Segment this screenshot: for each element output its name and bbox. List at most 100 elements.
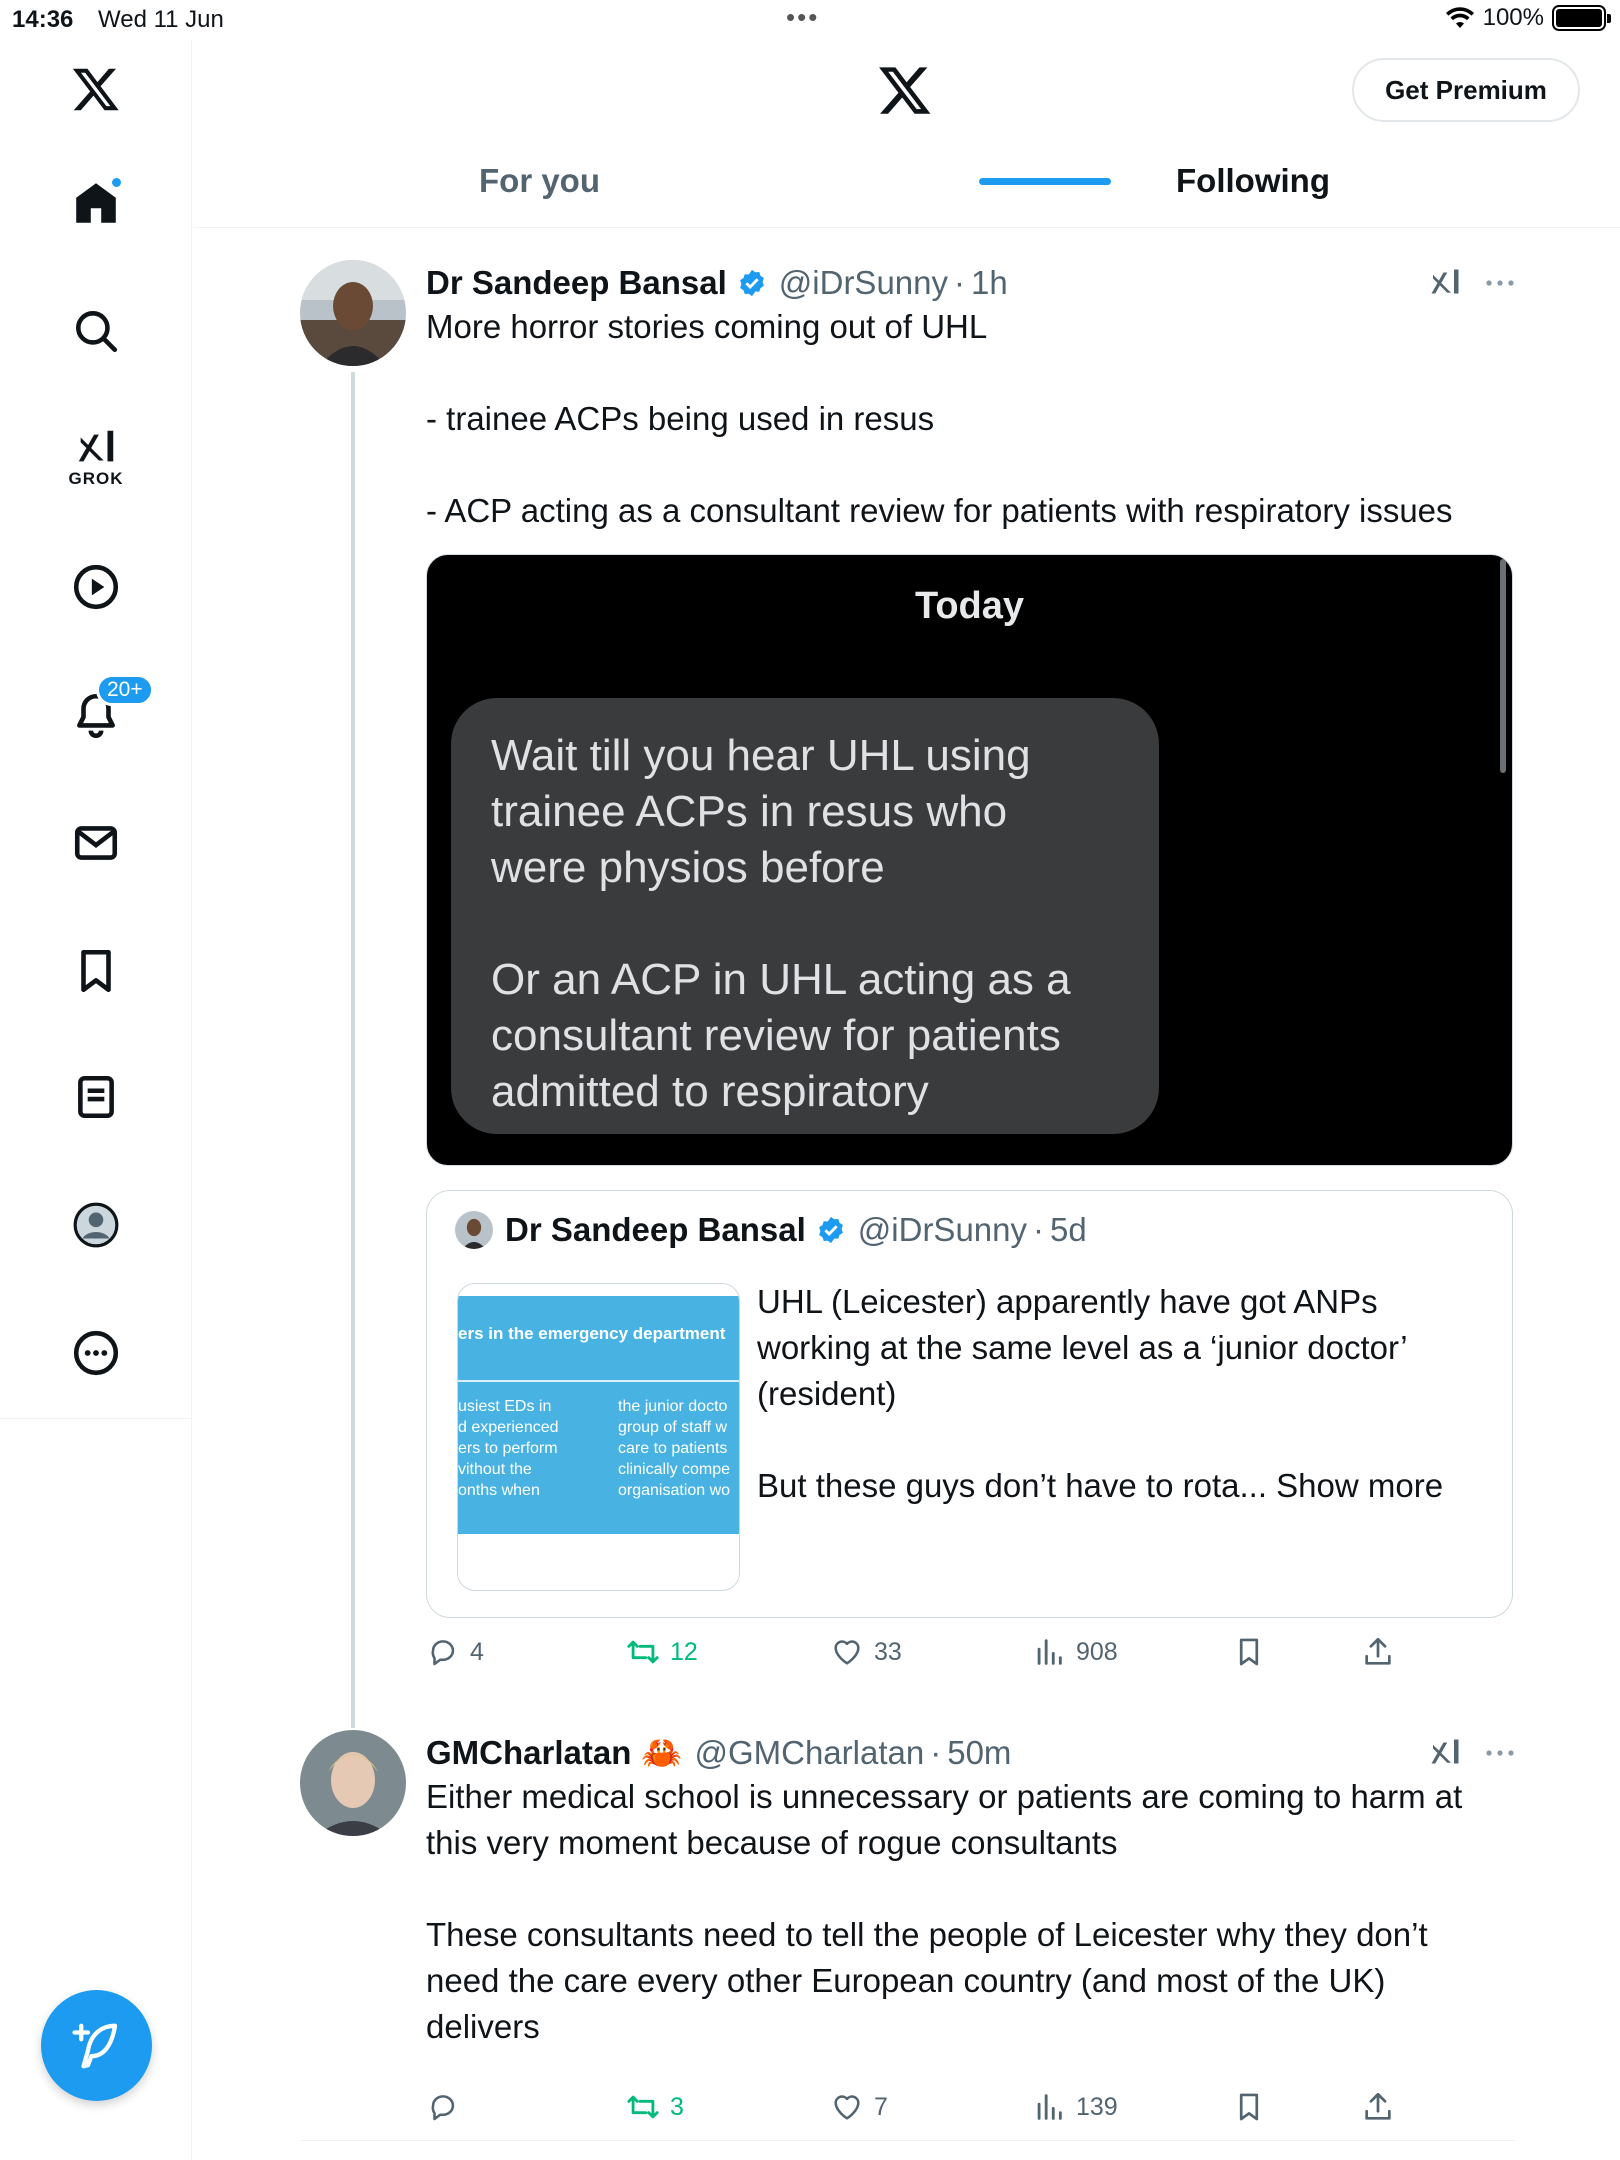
crab-emoji: 🦀: [641, 1733, 683, 1771]
post-text-line: These consultants need to tell the peopl…: [426, 1916, 1428, 1953]
quoted-text-line: working at the same level as a ‘junior d…: [757, 1329, 1408, 1366]
author-name[interactable]: GMCharlatan: [426, 1734, 631, 1772]
quoted-author-name: Dr Sandeep Bansal: [505, 1211, 806, 1248]
quoted-image-text-right: the junior docto group of staff w care t…: [618, 1398, 731, 1499]
grok-icon: [78, 430, 114, 462]
post-actions: 3 7 139: [426, 2090, 1426, 2140]
chat-date-header: Today: [914, 585, 1025, 627]
post[interactable]: Dr Sandeep Bansal @iDrSunny · 1h More ho…: [300, 260, 1515, 1700]
post-tools: [1427, 260, 1515, 306]
post-divider: [300, 2140, 1515, 2141]
post-text-line: - ACP acting as a consultant review for …: [426, 492, 1453, 529]
quoted-post-image[interactable]: ers in the emergency department usiest E…: [457, 1283, 740, 1591]
share-button[interactable]: [1361, 2090, 1395, 2124]
sidebar-item-home[interactable]: [46, 158, 146, 248]
post-actions: 4 12 33 908: [426, 1635, 1426, 1685]
sidebar: GROK 20+: [0, 40, 192, 2160]
post-text-line: [426, 442, 1506, 488]
repost-button[interactable]: 12: [626, 1635, 698, 1669]
quoted-image-text-left: usiest EDs in d experienced ers to perfo…: [458, 1398, 559, 1499]
post-media-image[interactable]: Today Wait till you hear UHL using train…: [426, 554, 1513, 1166]
share-button[interactable]: [1361, 1635, 1395, 1669]
repost-button[interactable]: 3: [626, 2090, 684, 2124]
avatar-image: [300, 260, 406, 366]
quoted-post-time: 5d: [1050, 1211, 1087, 1248]
status-right: 100%: [1445, 4, 1611, 32]
bookmark-icon: [1239, 2093, 1259, 2121]
sidebar-item-video[interactable]: [46, 542, 146, 632]
quoted-author-handle: @iDrSunny: [857, 1211, 1028, 1248]
reply-button[interactable]: 4: [426, 1635, 484, 1669]
quoted-text-line: (resident): [757, 1375, 897, 1412]
sidebar-divider: [0, 1418, 192, 1419]
multitask-dots-icon[interactable]: •••: [786, 2, 819, 33]
chat-message-line: consultant review for patients: [491, 1011, 1061, 1060]
like-count: 7: [874, 2092, 888, 2121]
sidebar-item-notifications[interactable]: 20+: [46, 670, 154, 760]
profile-icon: [73, 1202, 119, 1248]
more-options-icon[interactable]: [1485, 278, 1515, 288]
sidebar-item-grok[interactable]: GROK: [46, 412, 146, 502]
heart-icon: [834, 2095, 860, 2120]
share-icon: [1365, 1637, 1391, 1665]
sidebar-item-profile[interactable]: [46, 1180, 146, 1270]
x-logo-icon: [72, 68, 119, 111]
header-x-logo[interactable]: [877, 62, 933, 123]
sidebar-item-bookmarks[interactable]: [46, 926, 146, 1016]
show-more-link[interactable]: Show more: [1276, 1467, 1443, 1504]
chat-message-line: Or an ACP in UHL acting as a: [491, 955, 1071, 1004]
author-handle[interactable]: @GMCharlatan: [694, 1734, 924, 1772]
grok-icon[interactable]: [1427, 265, 1463, 301]
verified-badge-icon: [737, 268, 767, 298]
battery-percent: 100%: [1482, 4, 1544, 31]
view-count: 908: [1076, 1637, 1118, 1666]
bookmark-button[interactable]: [1232, 1635, 1266, 1669]
reply-count: 4: [470, 1637, 484, 1666]
author-handle[interactable]: @iDrSunny: [779, 264, 948, 302]
compose-feather-icon: [71, 2023, 117, 2068]
battery-icon: [1552, 5, 1611, 31]
avatar[interactable]: [300, 260, 406, 366]
post-text: Either medical school is unnecessary or …: [426, 1774, 1526, 2050]
tab-for-you[interactable]: For you: [193, 140, 886, 228]
post-text-line: Either medical school is unnecessary or …: [426, 1778, 1463, 1815]
more-circle-icon: [73, 1330, 119, 1376]
quoted-text-line: [757, 1417, 1477, 1463]
compose-post-button[interactable]: [41, 1990, 152, 2101]
post-time[interactable]: 1h: [971, 264, 1008, 302]
x-logo-icon: [879, 67, 931, 114]
status-bar: 14:36 Wed 11 Jun ••• 100%: [0, 0, 1620, 40]
sidebar-item-explore[interactable]: [46, 286, 146, 376]
quoted-post[interactable]: Dr Sandeep Bansal @iDrSunny · 5d ers in …: [426, 1190, 1513, 1618]
chat-message-bubble: Wait till you hear UHL using trainee ACP…: [451, 698, 1159, 1134]
post-header: GMCharlatan 🦀 @GMCharlatan · 50m: [426, 1730, 1011, 1776]
like-button[interactable]: 33: [830, 1635, 902, 1669]
quoted-image-title: ers in the emergency department: [458, 1324, 726, 1343]
grok-label: GROK: [68, 469, 124, 488]
like-button[interactable]: 7: [830, 2090, 888, 2124]
sidebar-x-logo[interactable]: [46, 44, 146, 134]
views-button[interactable]: 139: [1032, 2090, 1118, 2124]
avatar[interactable]: [300, 1730, 406, 1836]
views-button[interactable]: 908: [1032, 1635, 1118, 1669]
sidebar-item-more[interactable]: [46, 1308, 146, 1398]
sidebar-item-lists[interactable]: [46, 1052, 146, 1142]
reply-button[interactable]: [426, 2090, 470, 2124]
post-text-line: - trainee ACPs being used in resus: [426, 400, 935, 437]
author-name[interactable]: Dr Sandeep Bansal: [426, 264, 727, 302]
more-options-icon[interactable]: [1485, 1748, 1515, 1758]
post-text-line: need the care every other European count…: [426, 1962, 1386, 1999]
post-time[interactable]: 50m: [947, 1734, 1011, 1772]
grok-icon[interactable]: [1427, 1735, 1463, 1771]
heart-icon: [834, 1640, 860, 1665]
post[interactable]: GMCharlatan 🦀 @GMCharlatan · 50m Either …: [300, 1730, 1515, 2130]
bookmark-button[interactable]: [1232, 2090, 1266, 2124]
repost-count: 3: [670, 2092, 684, 2121]
chat-message-line: trainee ACPs in resus who: [491, 787, 1008, 836]
sidebar-item-messages[interactable]: [46, 798, 146, 888]
status-date: Wed 11 Jun: [98, 6, 224, 33]
quoted-image-rule: [458, 1380, 739, 1382]
avatar-image: [300, 1730, 406, 1836]
analytics-icon: [1037, 1639, 1062, 1665]
get-premium-button[interactable]: Get Premium: [1352, 58, 1580, 122]
